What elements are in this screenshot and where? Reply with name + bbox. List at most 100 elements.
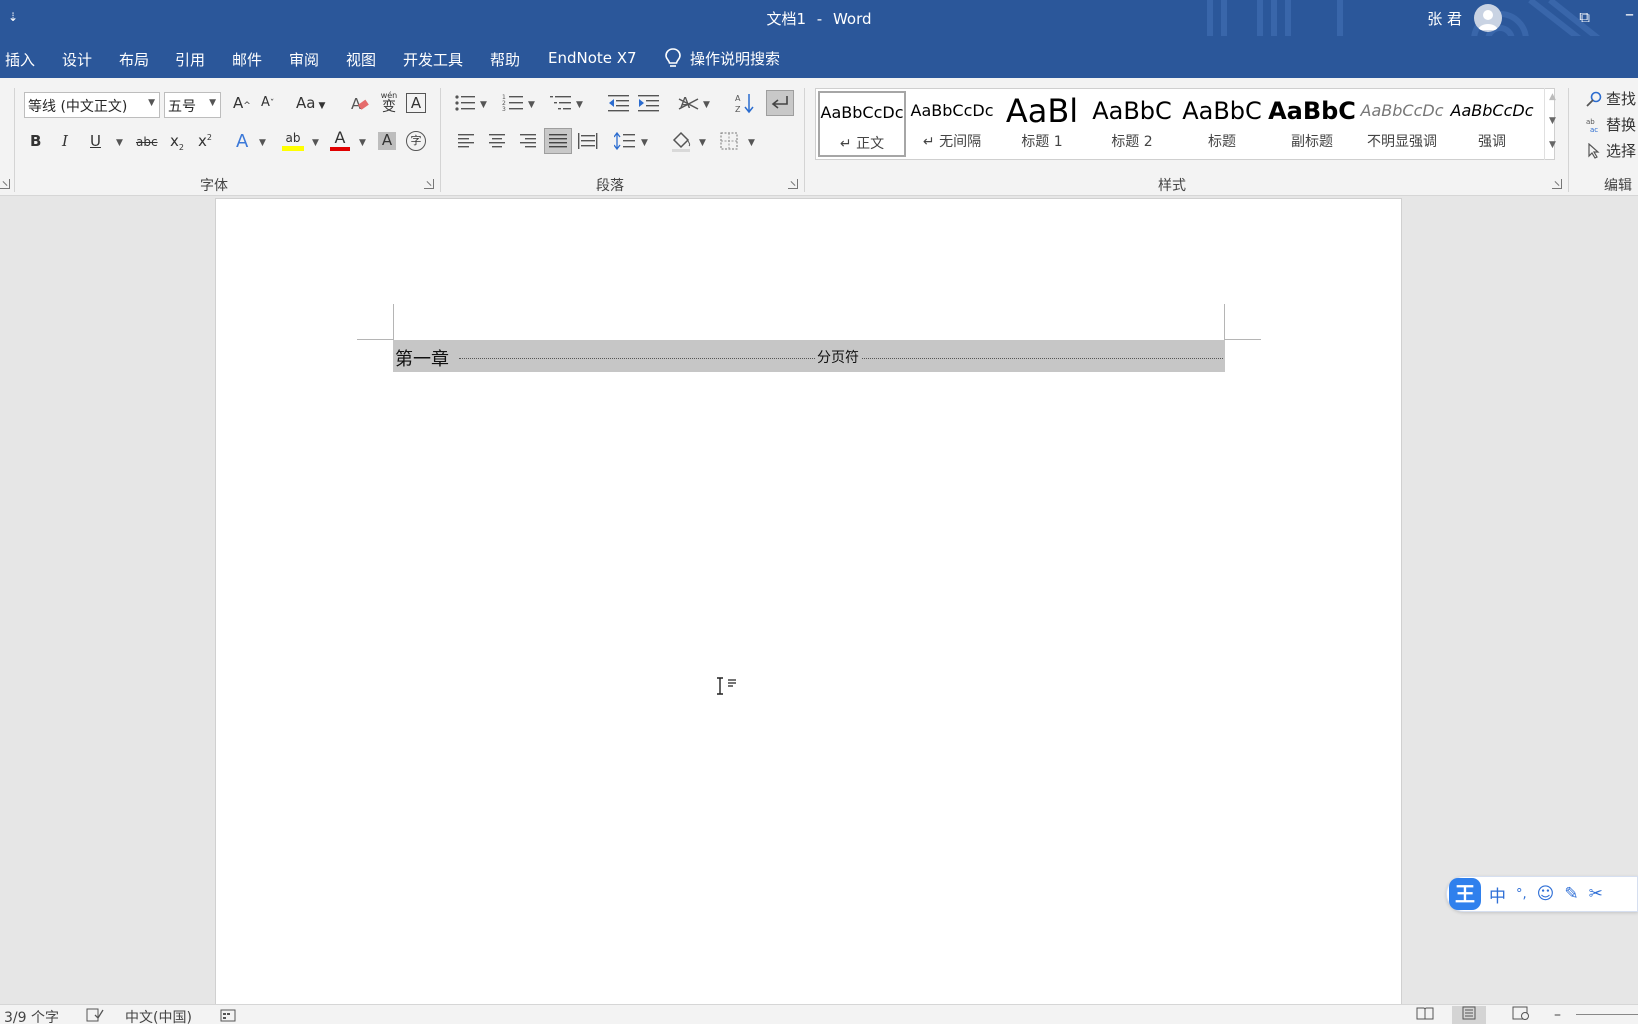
proofing-icon[interactable] (86, 1007, 104, 1024)
find-button[interactable]: 查找 (1586, 88, 1636, 109)
numbering-dropdown-icon[interactable]: ▼ (528, 100, 535, 110)
ime-emoji-icon[interactable]: ☺ (1537, 884, 1555, 904)
scroll-down-icon[interactable]: ▼ (1549, 116, 1556, 126)
ime-punctuation-icon[interactable]: °, (1516, 887, 1527, 902)
highlight-button[interactable]: ab (282, 132, 304, 151)
superscript-button[interactable]: x2 (198, 134, 212, 149)
grow-font-button[interactable]: A^ (233, 96, 251, 111)
line-spacing-button[interactable] (613, 131, 636, 153)
tell-me-search[interactable]: 操作说明搜索 (664, 47, 780, 69)
change-case-button[interactable]: Aa ▼ (296, 96, 325, 111)
tab-endnote[interactable]: EndNote X7 (548, 49, 637, 67)
font-color-dropdown-icon[interactable]: ▼ (359, 138, 366, 148)
tab-help[interactable]: 帮助 (490, 49, 520, 70)
select-button[interactable]: 选择 (1586, 140, 1636, 161)
style-emphasis[interactable]: AaBbCcDc 强调 (1448, 91, 1536, 157)
character-border-button[interactable]: A (406, 93, 426, 113)
phonetic-guide-button[interactable]: wén 变 (378, 92, 400, 115)
style-subtle-emphasis[interactable]: AaBbCcDc 不明显强调 (1358, 91, 1446, 157)
borders-dropdown-icon[interactable]: ▼ (748, 138, 755, 148)
increase-indent-button[interactable] (638, 94, 660, 115)
numbering-button[interactable]: 123 (502, 94, 524, 115)
borders-button[interactable] (720, 132, 738, 153)
tab-review[interactable]: 审阅 (289, 49, 319, 70)
justify-button[interactable] (544, 128, 572, 154)
user-name[interactable]: 张 君 (1427, 8, 1462, 29)
bullets-button[interactable] (454, 94, 476, 115)
styles-dialog-launcher-icon[interactable] (1552, 179, 1562, 189)
styles-gallery-scroll[interactable]: ▲ ▼ ▼ (1544, 88, 1560, 160)
distributed-icon (578, 133, 598, 149)
web-layout-button[interactable] (1504, 1006, 1538, 1024)
macro-record-icon[interactable] (220, 1007, 236, 1024)
ribbon-display-options-icon[interactable]: ⧉ (1579, 8, 1590, 26)
tab-insert[interactable]: 插入 (5, 49, 35, 70)
font-name-combo[interactable]: 等线 (中文正文) ▼ (24, 92, 160, 118)
ribbon: 等线 (中文正文) ▼ 五号 ▼ A^ Aˇ Aa ▼ A wén 变 A B I… (0, 78, 1638, 196)
style-no-spacing[interactable]: AaBbCcDc ↵ 无间隔 (908, 91, 996, 157)
decrease-indent-button[interactable] (608, 94, 630, 115)
sort-button[interactable]: AZ (734, 92, 756, 117)
align-center-button[interactable] (488, 134, 506, 151)
font-size-combo[interactable]: 五号 ▼ (164, 92, 221, 118)
scroll-up-icon[interactable]: ▲ (1549, 92, 1556, 102)
style-heading-1[interactable]: AaBl 标题 1 (998, 91, 1086, 157)
bullets-dropdown-icon[interactable]: ▼ (480, 100, 487, 110)
avatar[interactable] (1474, 4, 1502, 32)
language-status[interactable]: 中文(中国) (125, 1007, 192, 1024)
multilevel-list-button[interactable] (550, 94, 572, 115)
strikethrough-button[interactable]: abc (136, 136, 158, 148)
align-right-button[interactable] (518, 134, 536, 151)
distributed-button[interactable] (578, 132, 598, 153)
show-formatting-marks-button[interactable] (766, 90, 794, 116)
shading-dropdown-icon[interactable]: ▼ (699, 138, 706, 148)
ime-logo[interactable]: 王 (1449, 878, 1481, 910)
style-heading-2[interactable]: AaBbC 标题 2 (1088, 91, 1176, 157)
asian-layout-dropdown-icon[interactable]: ▼ (703, 100, 710, 110)
zoom-slider[interactable] (1576, 1014, 1638, 1015)
clipboard-launcher-icon[interactable] (0, 179, 10, 189)
chapter-heading[interactable]: 第一章 (395, 345, 449, 371)
text-effects-button[interactable]: A (236, 133, 248, 151)
shrink-font-button[interactable]: Aˇ (261, 96, 274, 109)
highlight-dropdown-icon[interactable]: ▼ (312, 138, 319, 148)
multilevel-dropdown-icon[interactable]: ▼ (576, 100, 583, 110)
line-spacing-dropdown-icon[interactable]: ▼ (641, 138, 648, 148)
word-count[interactable]: 3/9 个字 (4, 1007, 59, 1024)
subscript-button[interactable]: x2 (170, 134, 184, 152)
style-normal[interactable]: AaBbCcDc ↵ 正文 (818, 91, 906, 157)
tab-developer[interactable]: 开发工具 (403, 49, 463, 70)
bold-button[interactable]: B (30, 134, 41, 149)
tab-view[interactable]: 视图 (346, 49, 376, 70)
clear-formatting-button[interactable]: A (350, 94, 370, 117)
read-mode-button[interactable] (1408, 1006, 1442, 1024)
style-title[interactable]: AaBbC 标题 (1178, 91, 1266, 157)
text-effects-dropdown-icon[interactable]: ▼ (259, 138, 266, 148)
style-subtitle[interactable]: AaBbC 副标题 (1268, 91, 1356, 157)
replace-label: 替换 (1606, 116, 1637, 134)
shading-button[interactable] (670, 130, 692, 155)
ime-language-toggle[interactable]: 中 (1489, 882, 1506, 907)
underline-button[interactable]: U (90, 134, 101, 149)
more-styles-icon[interactable]: ▼ (1549, 140, 1556, 150)
tab-layout[interactable]: 布局 (119, 49, 149, 70)
underline-dropdown-icon[interactable]: ▼ (116, 138, 123, 148)
tab-references[interactable]: 引用 (175, 49, 205, 70)
print-layout-button[interactable] (1452, 1006, 1486, 1024)
font-color-button[interactable]: A (330, 130, 350, 151)
tab-design[interactable]: 设计 (62, 49, 92, 70)
replace-button[interactable]: ab ac 替换 (1586, 114, 1636, 135)
italic-button[interactable]: I (62, 134, 68, 149)
enclose-characters-button[interactable]: 字 (406, 131, 426, 151)
ime-screenshot-icon[interactable]: ✂ (1589, 884, 1603, 904)
zoom-out-button[interactable]: – (1554, 1007, 1561, 1023)
tab-mailings[interactable]: 邮件 (232, 49, 262, 70)
align-left-button[interactable] (458, 134, 476, 151)
font-dialog-launcher-icon[interactable] (424, 179, 434, 189)
character-shading-button[interactable]: A (378, 132, 396, 150)
paragraph-dialog-launcher-icon[interactable] (788, 179, 798, 189)
minimize-button[interactable]: – (1625, 4, 1634, 25)
selected-paragraph[interactable]: 第一章 分页符 (393, 340, 1225, 372)
asian-layout-button[interactable]: A (678, 93, 700, 116)
ime-handwriting-icon[interactable]: ✎ (1564, 884, 1578, 904)
